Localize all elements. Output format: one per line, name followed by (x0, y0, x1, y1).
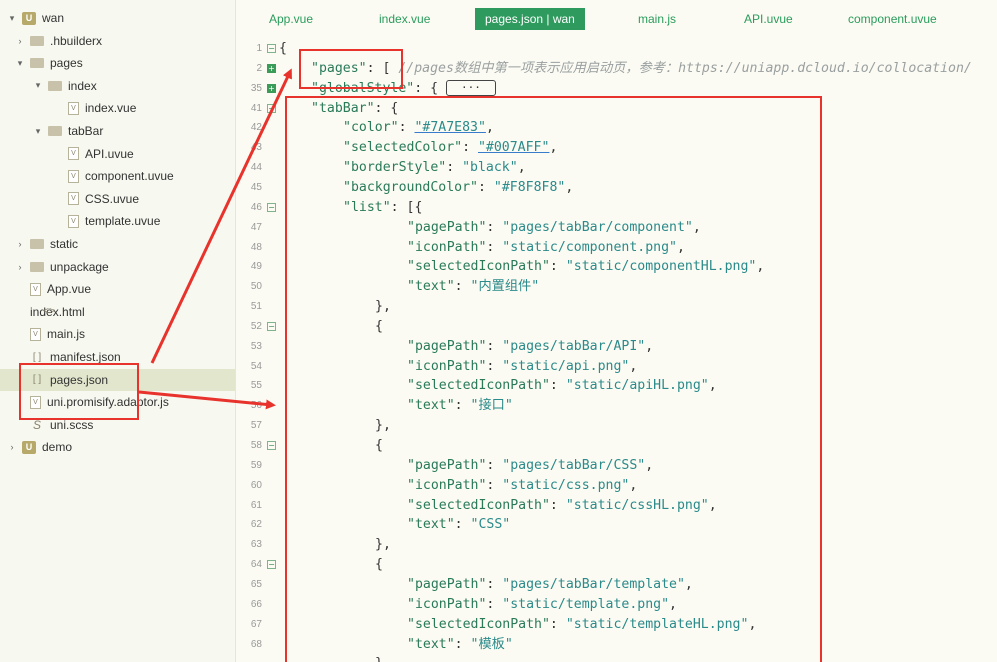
arrow-to-tabbar-block (139, 392, 272, 405)
annotation-arrows (0, 0, 997, 662)
arrow-to-pages-key (152, 72, 290, 363)
